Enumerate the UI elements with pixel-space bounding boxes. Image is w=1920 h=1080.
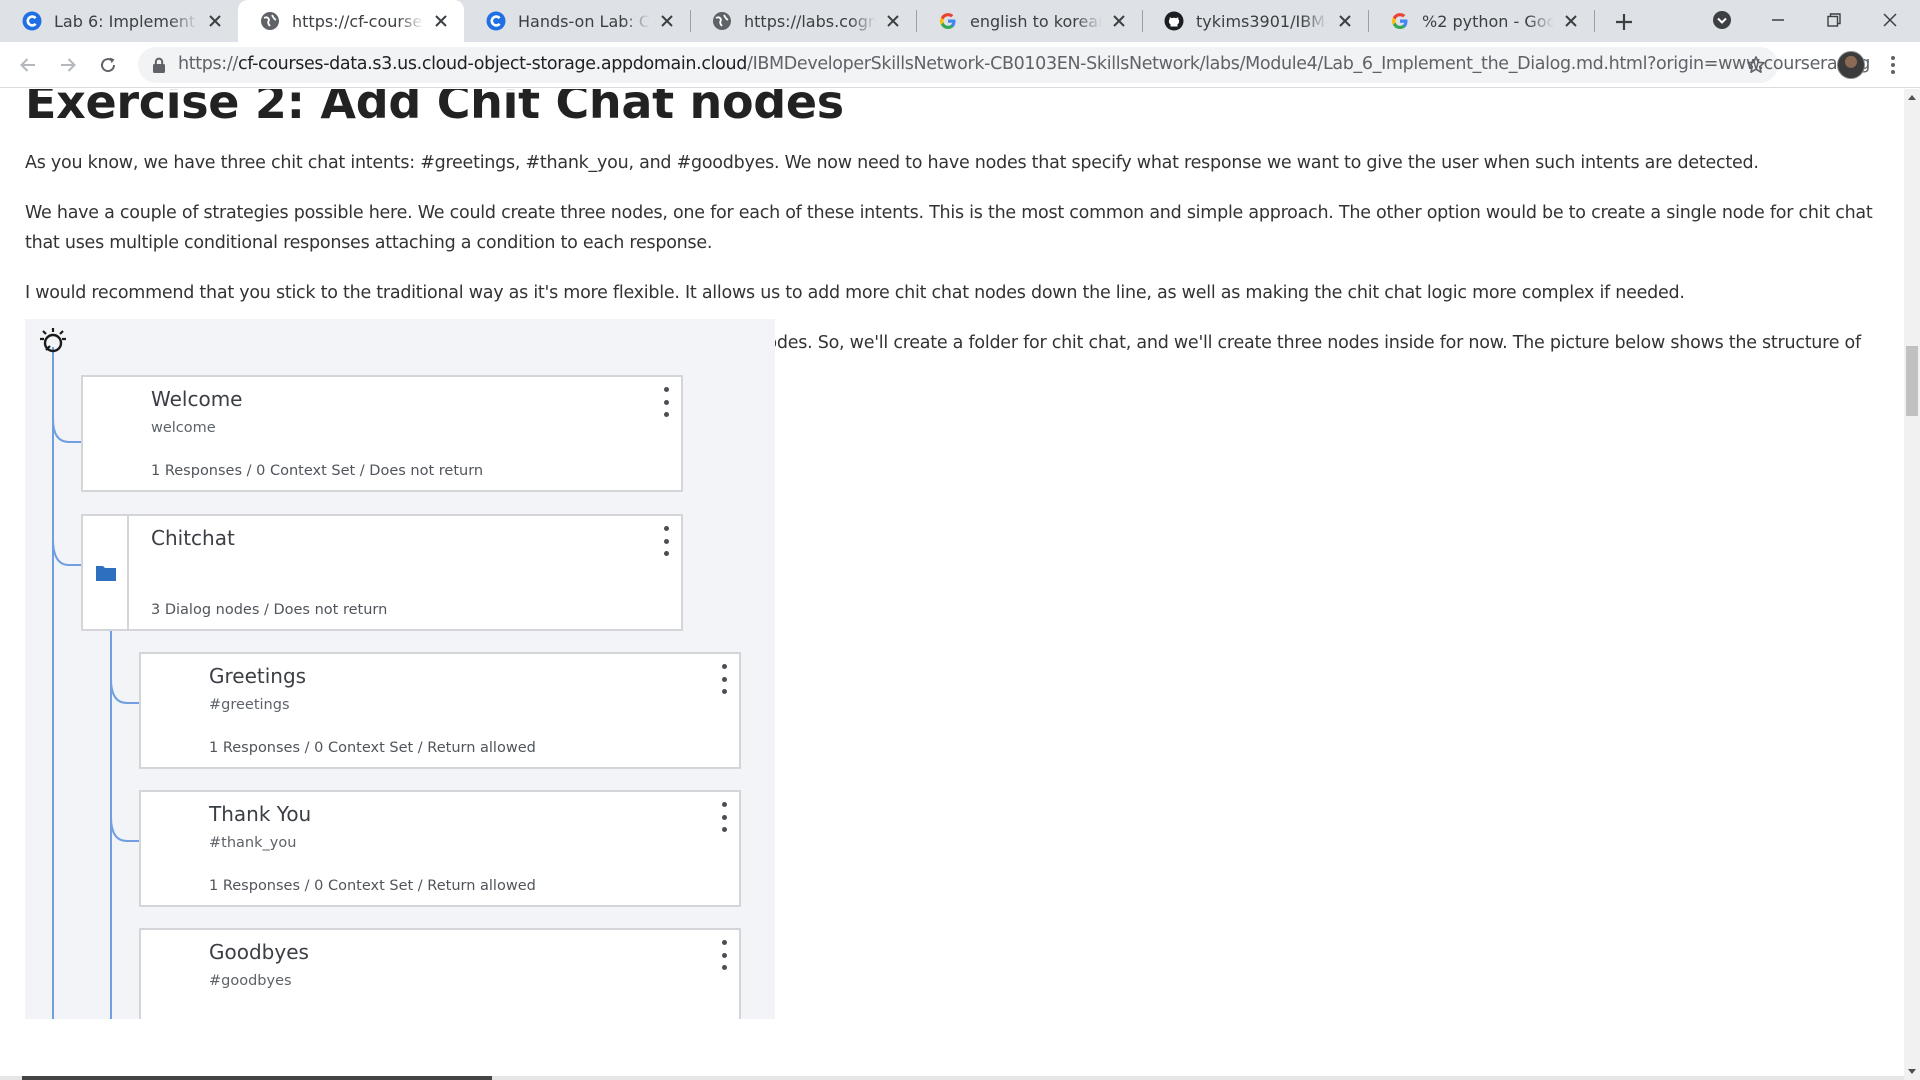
globe-icon bbox=[712, 11, 732, 31]
dialog-node-welcome[interactable]: Welcome welcome 1 Responses / 0 Context … bbox=[81, 375, 683, 492]
close-icon[interactable] bbox=[658, 12, 676, 30]
lock-icon[interactable] bbox=[150, 56, 168, 74]
browser-menu-button[interactable] bbox=[1883, 51, 1903, 79]
restore-button[interactable] bbox=[1806, 0, 1862, 40]
tab-title: https://cf-courses-da bbox=[292, 11, 424, 31]
reload-icon bbox=[101, 57, 116, 73]
tab-search-icon bbox=[1713, 11, 1731, 29]
browser-toolbar: https://cf-courses-data.s3.us.cloud-obje… bbox=[0, 42, 1920, 88]
scroll-up-arrow-icon[interactable] bbox=[1904, 89, 1920, 105]
tab-cf-courses[interactable]: https://cf-courses-da bbox=[238, 0, 464, 42]
close-window-icon bbox=[1883, 13, 1897, 27]
close-icon[interactable] bbox=[1110, 12, 1128, 30]
node-title: Welcome bbox=[151, 387, 243, 411]
node-condition: #thank_you bbox=[209, 835, 297, 851]
horizontal-scrollbar-thumb[interactable] bbox=[22, 1076, 492, 1080]
node-summary: 1 Responses / 0 Context Set / Return all… bbox=[209, 740, 536, 756]
profile-avatar[interactable] bbox=[1837, 51, 1865, 79]
node-summary: 1 Responses / 0 Context Set / Does not r… bbox=[151, 463, 484, 479]
scroll-down-arrow-icon[interactable] bbox=[1904, 1064, 1920, 1080]
tab-title: Hands-on Lab: Creati bbox=[518, 11, 650, 31]
watson-logo-icon bbox=[37, 325, 69, 357]
horizontal-scrollbar[interactable] bbox=[0, 1076, 1904, 1080]
node-condition: #goodbyes bbox=[209, 973, 292, 989]
back-button[interactable] bbox=[12, 49, 44, 81]
close-window-button[interactable] bbox=[1862, 0, 1918, 40]
paragraph-strategies: We have a couple of strategies possible … bbox=[25, 203, 1873, 253]
coursera-icon bbox=[22, 11, 42, 31]
tab-title: english to korean - G bbox=[970, 11, 1102, 31]
dialog-node-goodbyes[interactable]: Goodbyes #goodbyes bbox=[139, 928, 741, 1019]
google-icon bbox=[938, 11, 958, 31]
folder-icon bbox=[96, 566, 116, 581]
close-icon[interactable] bbox=[1562, 12, 1580, 30]
url-path: /IBMDeveloperSkillsNetwork-CB0103EN-Skil… bbox=[747, 54, 1871, 74]
arrow-right-icon bbox=[61, 58, 76, 72]
paragraph-intents: As you know, we have three chit chat int… bbox=[25, 153, 1759, 173]
dialog-tree-figure: Welcome welcome 1 Responses / 0 Context … bbox=[25, 319, 775, 1019]
bookmark-star-icon[interactable] bbox=[1746, 55, 1766, 75]
restore-icon bbox=[1827, 13, 1841, 27]
dialog-node-thank-you[interactable]: Thank You #thank_you 1 Responses / 0 Con… bbox=[139, 790, 741, 907]
address-bar[interactable]: https://cf-courses-data.s3.us.cloud-obje… bbox=[138, 47, 1870, 83]
tab-labs-cognitive[interactable]: https://labs.cognitive bbox=[690, 0, 917, 42]
exercise-heading: Exercise 2: Add Chit Chat nodes bbox=[25, 89, 844, 129]
node-condition: #greetings bbox=[209, 697, 290, 713]
node-menu-icon[interactable] bbox=[719, 940, 729, 970]
close-icon[interactable] bbox=[1336, 12, 1354, 30]
close-icon[interactable] bbox=[884, 12, 902, 30]
dialog-folder-chitchat[interactable]: Chitchat 3 Dialog nodes / Does not retur… bbox=[81, 514, 683, 631]
globe-icon bbox=[260, 11, 280, 31]
tab-separator bbox=[1594, 10, 1595, 32]
tab-strip: Lab 6: Implement the https://cf-courses-… bbox=[0, 0, 1920, 42]
node-summary: 1 Responses / 0 Context Set / Return all… bbox=[209, 878, 536, 894]
url-prefix: https:// bbox=[178, 54, 238, 74]
tab-title: Lab 6: Implement the bbox=[54, 11, 198, 31]
google-icon bbox=[1390, 11, 1410, 31]
node-summary: 3 Dialog nodes / Does not return bbox=[151, 602, 388, 618]
minimize-button[interactable] bbox=[1750, 0, 1806, 40]
tab-english-to-korean[interactable]: english to korean - G bbox=[916, 0, 1143, 42]
forward-button[interactable] bbox=[52, 49, 84, 81]
node-menu-icon[interactable] bbox=[661, 526, 671, 556]
node-menu-icon[interactable] bbox=[719, 802, 729, 832]
tab-python-search[interactable]: %2 python - Google bbox=[1368, 0, 1595, 42]
arrow-left-icon bbox=[20, 58, 35, 72]
tab-title: https://labs.cognitive bbox=[744, 11, 876, 31]
node-menu-icon[interactable] bbox=[719, 664, 729, 694]
new-tab-button[interactable] bbox=[1608, 6, 1640, 38]
tab-hands-on-lab[interactable]: Hands-on Lab: Creati bbox=[464, 0, 691, 42]
tab-title: tykims3901/IBM-APP bbox=[1196, 11, 1328, 31]
node-title: Chitchat bbox=[151, 526, 235, 550]
node-title: Thank You bbox=[209, 802, 312, 826]
plus-icon bbox=[1616, 14, 1632, 30]
paragraph-recommendation: I would recommend that you stick to the … bbox=[25, 283, 1685, 303]
url-text[interactable]: https://cf-courses-data.s3.us.cloud-obje… bbox=[178, 54, 1870, 74]
node-condition: welcome bbox=[151, 420, 216, 436]
scrollbar-thumb[interactable] bbox=[1906, 346, 1918, 416]
url-host: cf-courses-data.s3.us.cloud-object-stora… bbox=[237, 54, 748, 74]
tab-title: %2 python - Google bbox=[1422, 11, 1554, 31]
coursera-icon bbox=[486, 11, 506, 31]
folder-strip bbox=[83, 516, 129, 629]
close-icon[interactable] bbox=[432, 12, 450, 30]
github-icon bbox=[1164, 11, 1184, 31]
vertical-scrollbar[interactable] bbox=[1904, 89, 1920, 1080]
node-title: Goodbyes bbox=[209, 940, 309, 964]
reload-button[interactable] bbox=[92, 49, 124, 81]
node-title: Greetings bbox=[209, 664, 307, 688]
tab-lab6[interactable]: Lab 6: Implement the bbox=[0, 0, 238, 42]
dialog-node-greetings[interactable]: Greetings #greetings 1 Responses / 0 Con… bbox=[139, 652, 741, 769]
node-menu-icon[interactable] bbox=[661, 387, 671, 417]
tab-search-button[interactable] bbox=[1694, 0, 1750, 40]
tab-github-repo[interactable]: tykims3901/IBM-APP bbox=[1142, 0, 1369, 42]
close-icon[interactable] bbox=[206, 12, 224, 30]
minimize-icon bbox=[1772, 19, 1784, 21]
